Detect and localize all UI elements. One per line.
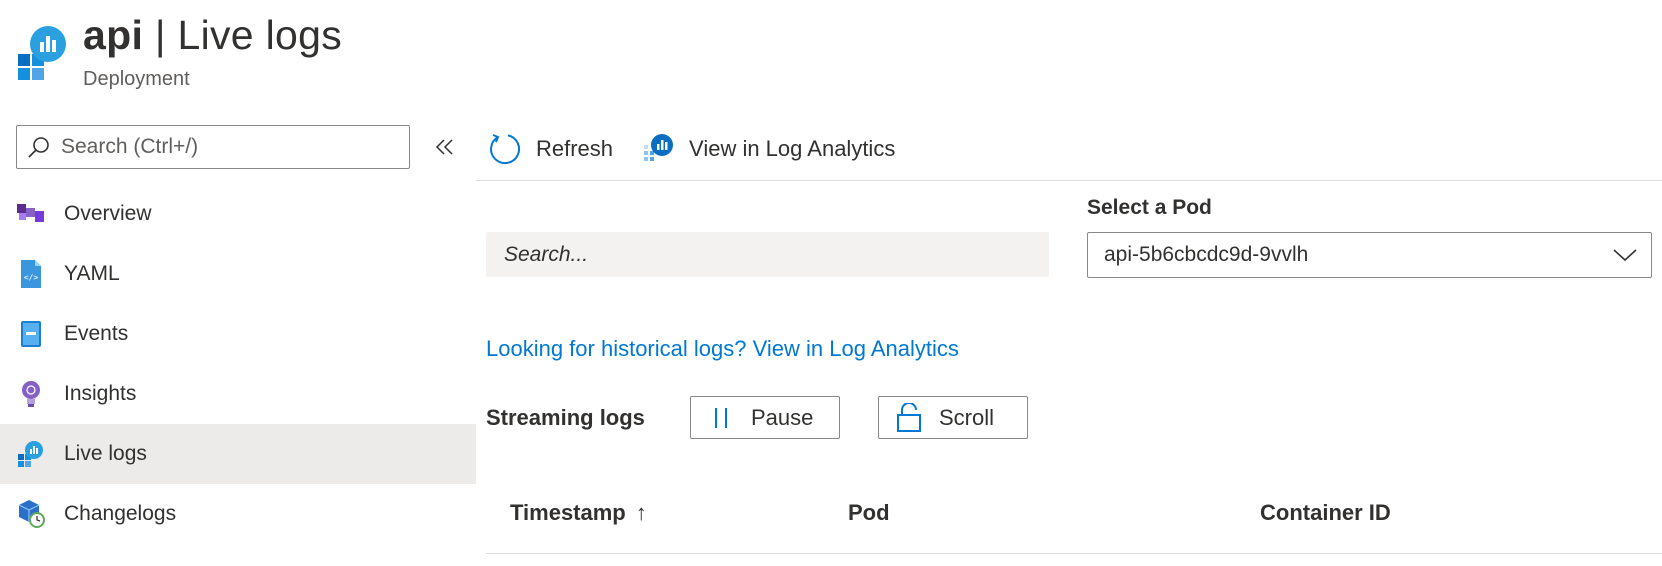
toolbar-divider bbox=[476, 180, 1662, 181]
overview-icon bbox=[16, 199, 46, 229]
title-separator: | bbox=[143, 12, 178, 58]
changelogs-icon bbox=[16, 499, 46, 529]
pause-button[interactable]: Pause bbox=[690, 396, 840, 439]
double-chevron-left-icon bbox=[435, 139, 453, 155]
sidebar-item-changelogs[interactable]: Changelogs bbox=[0, 484, 476, 544]
refresh-button[interactable]: Refresh bbox=[488, 132, 613, 166]
sidebar-search-box[interactable] bbox=[16, 125, 410, 169]
pod-dropdown-value: api-5b6cbcdc9d-9vvlh bbox=[1104, 243, 1309, 266]
logs-table-header: Timestamp ↑ Pod Container ID bbox=[486, 490, 1662, 554]
chevron-down-icon bbox=[1613, 249, 1637, 262]
svg-text:</>: </> bbox=[24, 273, 39, 282]
unlock-icon bbox=[897, 402, 921, 432]
select-pod-label: Select a Pod bbox=[1087, 196, 1212, 219]
insights-icon bbox=[16, 379, 46, 409]
events-icon bbox=[16, 319, 46, 349]
sidebar-item-label: Changelogs bbox=[64, 502, 177, 525]
log-analytics-icon bbox=[644, 134, 674, 161]
sidebar-item-label: Live logs bbox=[64, 442, 147, 465]
sidebar-item-label: YAML bbox=[64, 262, 120, 285]
live-logs-icon bbox=[16, 439, 46, 469]
sidebar-item-overview[interactable]: Overview bbox=[0, 184, 476, 244]
pause-label: Pause bbox=[751, 404, 814, 430]
live-logs-resource-icon bbox=[18, 26, 66, 80]
resource-name: api bbox=[83, 12, 144, 58]
refresh-label: Refresh bbox=[536, 136, 614, 161]
refresh-icon bbox=[490, 134, 521, 165]
pod-dropdown[interactable]: api-5b6cbcdc9d-9vvlh bbox=[1087, 232, 1652, 278]
page-name: Live logs bbox=[177, 12, 343, 58]
log-search-box[interactable] bbox=[486, 232, 1049, 277]
sidebar-item-events[interactable]: Events bbox=[0, 304, 476, 364]
page-title: api | Live logs bbox=[83, 12, 342, 58]
column-header-timestamp[interactable]: Timestamp ↑ bbox=[510, 500, 647, 526]
sidebar-item-label: Events bbox=[64, 322, 129, 345]
sidebar-item-insights[interactable]: Insights bbox=[0, 364, 476, 424]
sidebar-search-input[interactable] bbox=[61, 135, 381, 159]
sidebar-item-label: Insights bbox=[64, 382, 137, 405]
scroll-button[interactable]: Scroll bbox=[878, 396, 1028, 439]
column-header-label: Timestamp bbox=[510, 500, 626, 525]
view-in-log-analytics-button[interactable]: View in Log Analytics bbox=[643, 133, 895, 165]
sort-ascending-icon: ↑ bbox=[635, 500, 647, 525]
streaming-logs-label: Streaming logs bbox=[486, 405, 645, 430]
command-bar: Refresh View in Log Analytics bbox=[488, 124, 925, 174]
search-icon bbox=[28, 137, 49, 158]
page-subtitle: Deployment bbox=[83, 68, 190, 90]
yaml-icon: </> bbox=[16, 259, 46, 289]
sidebar-item-yaml[interactable]: </> YAML bbox=[0, 244, 476, 304]
sidebar-item-live-logs[interactable]: Live logs bbox=[0, 424, 476, 484]
column-header-container-id[interactable]: Container ID bbox=[1260, 500, 1391, 526]
view-in-log-analytics-label: View in Log Analytics bbox=[689, 136, 896, 161]
sidebar-nav: Overview </> YAML Events Insights Live l… bbox=[0, 184, 476, 544]
collapse-sidebar-button[interactable] bbox=[430, 132, 460, 162]
column-header-label: Container ID bbox=[1260, 500, 1391, 525]
historical-logs-link[interactable]: Looking for historical logs? View in Log… bbox=[486, 336, 959, 362]
scroll-label: Scroll bbox=[939, 404, 995, 430]
column-header-label: Pod bbox=[848, 500, 890, 525]
page-header: api | Live logs Deployment bbox=[16, 12, 342, 91]
sidebar-item-label: Overview bbox=[64, 202, 152, 225]
column-header-pod[interactable]: Pod bbox=[848, 500, 890, 526]
pause-icon bbox=[715, 407, 727, 428]
log-search-input[interactable] bbox=[504, 242, 1024, 267]
